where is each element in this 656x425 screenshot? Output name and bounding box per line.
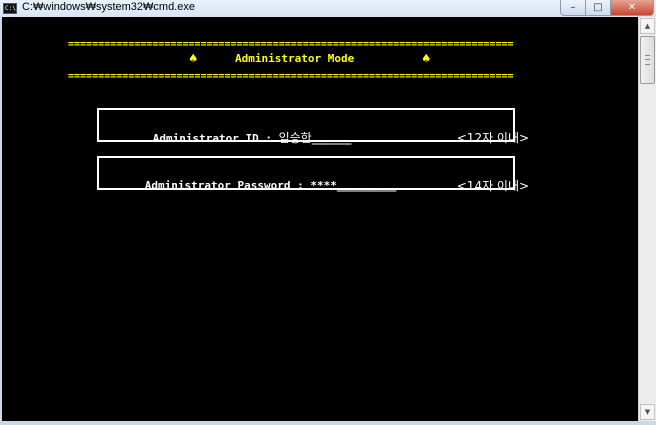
admin-password-field[interactable]: Administrator Password : ****_________ <… bbox=[97, 156, 529, 193]
top-divider: ========================================… bbox=[68, 41, 514, 49]
console-output[interactable]: ========================================… bbox=[2, 17, 638, 421]
admin-password-value[interactable]: **** bbox=[310, 179, 337, 192]
heading-banner: ♠ Administrator Mode ♠ bbox=[182, 51, 442, 67]
admin-id-value[interactable]: 임승한 bbox=[279, 131, 312, 145]
window-frame-bottom bbox=[0, 421, 656, 425]
admin-password-underline: _________ bbox=[336, 179, 397, 192]
cmd-app-icon[interactable]: C:\ bbox=[3, 3, 17, 14]
admin-password-label: Administrator Password : bbox=[144, 179, 311, 192]
scroll-up-icon[interactable]: ▲ bbox=[640, 18, 655, 34]
admin-id-field[interactable]: Administrator ID : 임승한______ <12자 이내> bbox=[97, 108, 529, 145]
admin-id-underline: ______ bbox=[311, 132, 352, 145]
vertical-scrollbar[interactable]: ▲ ▼ bbox=[638, 17, 656, 421]
close-button[interactable]: ✕ bbox=[611, 0, 654, 16]
admin-id-length-hint: <12자 이내> bbox=[456, 131, 530, 145]
maximize-button[interactable]: □ bbox=[586, 0, 611, 16]
window-controls: – □ ✕ bbox=[560, 0, 654, 17]
bottom-divider: ========================================… bbox=[68, 73, 514, 81]
scroll-down-icon[interactable]: ▼ bbox=[640, 404, 655, 420]
spade-icon: ♠ bbox=[422, 51, 431, 67]
title-bar[interactable]: C:\ C:₩windows₩system32₩cmd.exe – □ ✕ bbox=[0, 0, 656, 17]
minimize-button[interactable]: – bbox=[560, 0, 586, 16]
admin-id-label: Administrator ID : bbox=[152, 132, 279, 145]
grip-icon bbox=[645, 55, 650, 65]
spade-icon: ♠ bbox=[189, 51, 198, 67]
window-title: C:₩windows₩system32₩cmd.exe bbox=[22, 1, 195, 13]
heading-title: Administrator Mode bbox=[235, 52, 355, 65]
scroll-thumb[interactable] bbox=[640, 36, 655, 84]
admin-password-length-hint: <14자 이내> bbox=[456, 179, 530, 193]
